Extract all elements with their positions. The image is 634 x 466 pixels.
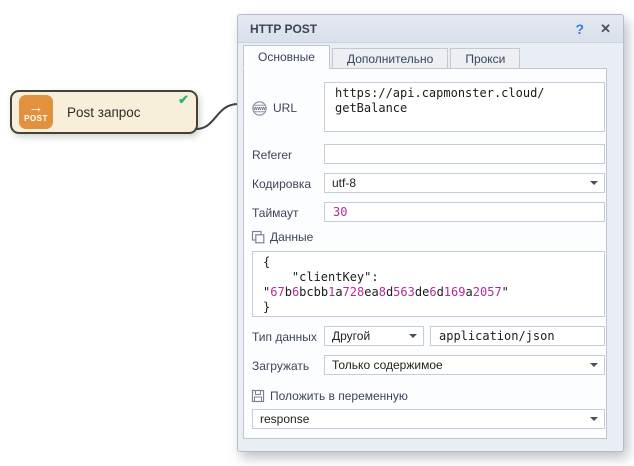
floppy-icon (251, 389, 265, 403)
flow-node-post-request[interactable]: → POST Post запрос ✔ (10, 90, 198, 134)
post-method-icon: → POST (19, 95, 53, 129)
connector-line (190, 96, 242, 138)
http-post-dialog: HTTP POST ? ✕ Основные Дополнительно Про… (237, 14, 624, 452)
referer-input[interactable] (324, 144, 605, 164)
url-label: www URL (251, 83, 297, 133)
timeout-input[interactable]: 30 (324, 202, 605, 222)
tab-bar: Основные Дополнительно Прокси (243, 45, 607, 69)
svg-text:www: www (252, 106, 266, 112)
arrow-right-icon: → (29, 101, 44, 114)
mime-type-input[interactable]: application/json (430, 326, 605, 346)
canvas: → POST Post запрос ✔ HTTP POST ? ✕ Основ… (0, 0, 634, 466)
timeout-label: Таймаут (252, 206, 298, 220)
tab-main[interactable]: Основные (243, 45, 330, 69)
node-title: Post запрос (67, 105, 141, 120)
chevron-down-icon (590, 363, 598, 367)
load-mode-label: Загружать (252, 359, 309, 373)
content-type-label: Тип данных (252, 330, 317, 344)
success-check-icon: ✔ (178, 92, 189, 108)
tab-panel-main: www URL https://api.capmonster.cloud/ ge… (243, 68, 607, 439)
post-data-input[interactable]: { "clientKey": "67b6bcbb1a728ea8d563de6d… (252, 251, 605, 317)
tab-proxy[interactable]: Прокси (450, 48, 520, 69)
chevron-down-icon (590, 417, 598, 421)
encoding-select[interactable]: utf-8 (324, 173, 605, 193)
copy-icon (251, 230, 265, 244)
referer-label: Referer (252, 148, 292, 162)
close-button[interactable]: ✕ (600, 21, 611, 37)
chevron-down-icon (409, 334, 417, 338)
dialog-titlebar[interactable]: HTTP POST ? ✕ (238, 15, 623, 43)
globe-www-icon: www (251, 100, 268, 117)
help-button[interactable]: ? (576, 21, 585, 37)
encoding-label: Кодировка (252, 177, 311, 191)
store-variable-select[interactable]: response (252, 409, 605, 429)
dialog-title: HTTP POST (250, 22, 317, 36)
data-label: Данные (251, 230, 313, 244)
store-variable-label: Положить в переменную (251, 389, 408, 403)
chevron-down-icon (590, 181, 598, 185)
tab-advanced[interactable]: Дополнительно (332, 48, 448, 69)
content-type-select[interactable]: Другой (324, 326, 424, 346)
url-input[interactable]: https://api.capmonster.cloud/ getBalance (324, 82, 605, 132)
load-mode-select[interactable]: Только содержимое (324, 355, 605, 375)
